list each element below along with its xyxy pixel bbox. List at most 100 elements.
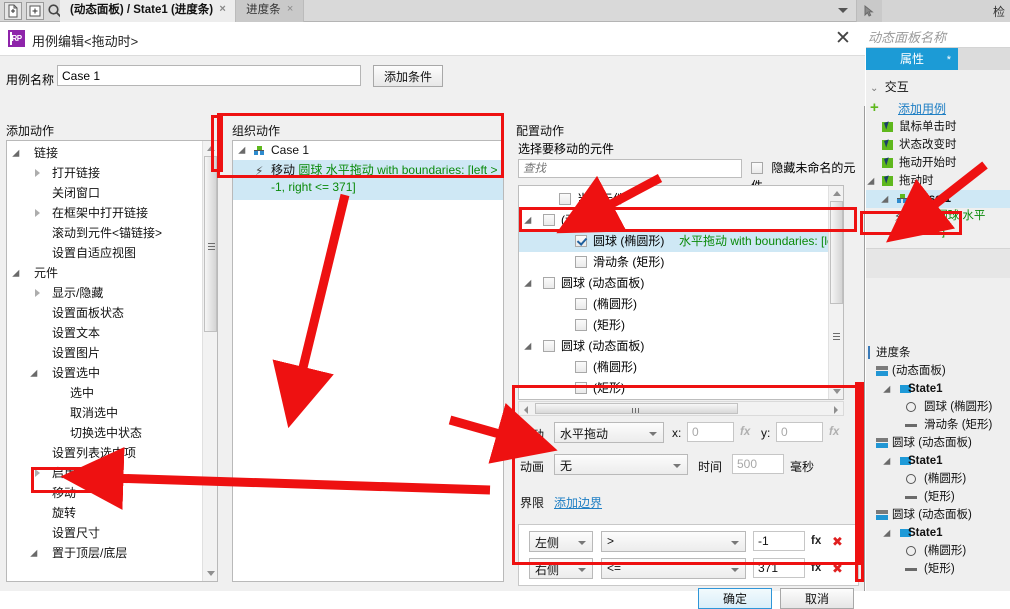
sidebar-tabs[interactable]: 属性 * [866,48,1010,70]
outline-row[interactable]: (矩形) [866,488,1010,506]
outline-row[interactable]: State1 [866,452,1010,470]
chevron-down-icon[interactable]: ⌄ [870,83,878,94]
chevron-down-icon[interactable] [649,432,657,436]
panel-name-field[interactable]: 动态面板名称 [866,22,1010,48]
widget-tree-scrollbar[interactable] [828,186,843,399]
widget-tree-row[interactable]: (矩形) [519,378,829,399]
chevron-down-icon[interactable] [673,464,681,468]
checkbox-icon[interactable] [575,319,587,331]
outline-row[interactable]: 滑动条 (矩形) [866,416,1010,434]
checkbox-icon[interactable] [575,256,587,268]
move-mode-select[interactable]: 水平拖动 [554,422,664,443]
checkbox-icon[interactable] [575,298,587,310]
widget-tree-row[interactable]: 圆球 (动态面板) [519,273,829,294]
chevron-right-icon[interactable] [35,169,40,177]
action-tree-item[interactable]: 显示/隐藏 [7,283,203,303]
widget-tree-row[interactable]: 圆球 (动态面板) [519,336,829,357]
sidebar-case-action[interactable]: ⚡ 移动 圆球 水平 <= 371] [866,208,1010,242]
action-tree-item[interactable]: 关闭窗口 [7,183,203,203]
tab-properties[interactable]: 属性 * [866,48,958,70]
action-tree-item[interactable]: 设置列表选中项 [7,443,203,463]
action-tree-item[interactable]: 设置选中 [7,363,203,383]
chevron-down-icon[interactable] [30,369,41,381]
action-tree-item[interactable]: 选中 [7,383,203,403]
scroll-right-icon[interactable] [829,402,843,415]
scrollbar-thumb[interactable] [830,201,843,304]
chevron-down-icon[interactable] [578,541,586,545]
close-icon[interactable]: × [217,4,228,15]
add-case-row[interactable]: + 添加用例 [870,100,946,117]
action-tree-item[interactable]: 设置文本 [7,323,203,343]
widget-tree-row[interactable]: 滑动条 (矩形) [519,252,829,273]
chevron-down-icon[interactable] [12,149,23,161]
widget-tree-row[interactable]: (矩形) [519,315,829,336]
boundary-value-input[interactable] [753,531,805,551]
scrollbar-thumb[interactable] [204,156,217,332]
action-tree-item[interactable]: 设置自适应视图 [7,243,203,263]
checkbox-icon[interactable] [543,277,555,289]
organize-action-row[interactable]: ⚡ 移动 圆球 水平拖动 with boundaries: [left > -1… [233,160,503,200]
action-tree-item[interactable]: 链接 [7,143,203,163]
add-action-tree[interactable]: 链接 打开链接 关闭窗口 在框架中打开链接 滚动到元件<锚链接> 设置自适应视图 元件 显示/… [6,140,218,582]
case-name-input[interactable] [57,65,361,86]
scroll-up-icon[interactable] [829,186,843,201]
checkbox-icon[interactable] [559,193,571,205]
widget-tree-row[interactable]: (椭圆形) [519,294,829,315]
interaction-section-header[interactable]: ⌄ 交互 [870,78,909,95]
close-icon[interactable]: ✕ [831,27,855,51]
action-tree-item[interactable]: 切换选中状态 [7,423,203,443]
checkbox-icon[interactable] [543,340,555,352]
action-tree-item[interactable]: 置于顶层/底层 [7,543,203,563]
y-input[interactable] [776,422,823,442]
outline-row[interactable]: (矩形) [866,560,1010,578]
action-tree-item[interactable]: 设置图片 [7,343,203,363]
outline-row[interactable]: 圆球 (动态面板) [866,434,1010,452]
hscrollbar-thumb[interactable] [535,403,738,414]
outline-row[interactable]: State1 [866,524,1010,542]
chevron-down-icon[interactable] [524,279,535,291]
boundary-fx-button[interactable]: fx [811,535,821,547]
outline-row[interactable]: (椭圆形) [866,542,1010,560]
checkbox-icon[interactable] [575,235,587,247]
chevron-down-icon[interactable] [30,549,41,561]
chevron-down-icon[interactable] [238,146,249,158]
action-tree-item[interactable]: 设置尺寸 [7,523,203,543]
chevron-down-icon[interactable] [883,457,894,469]
time-input[interactable] [732,454,784,474]
page-tabs[interactable]: (动态面板) / State1 (进度条) × 进度条 × [60,0,304,22]
left-tree-scrollbar[interactable] [202,141,217,581]
boundary-side-select[interactable]: 右侧 [529,558,593,579]
checkbox-icon[interactable] [575,382,587,394]
chevron-right-icon[interactable] [35,289,40,297]
outline-row[interactable]: (椭圆形) [866,470,1010,488]
tab-progress-bar[interactable]: 进度条 × [236,0,304,22]
animation-select[interactable]: 无 [554,454,688,475]
add-page-icon[interactable] [26,2,44,20]
cursor-tool-button[interactable] [856,0,882,22]
boundary-side-select[interactable]: 左侧 [529,531,593,552]
sidebar-event-row[interactable]: 拖动开始时 [866,154,1010,172]
action-tree-item[interactable]: 移动 [7,483,203,503]
chevron-down-icon[interactable] [883,529,894,541]
chevron-down-icon[interactable] [731,541,739,545]
checkbox-icon[interactable] [751,162,763,174]
action-tree-item[interactable]: 元件 [7,263,203,283]
widget-tree-hscrollbar[interactable] [518,401,844,416]
chevron-down-icon[interactable] [838,8,848,13]
close-icon[interactable]: × [285,4,296,15]
action-tree-item[interactable]: 在框架中打开链接 [7,203,203,223]
action-tree-item[interactable]: 旋转 [7,503,203,523]
cancel-button[interactable]: 取消 [780,588,854,609]
plus-icon[interactable]: + [870,100,879,115]
remove-boundary-icon[interactable]: ✖ [832,534,843,550]
sidebar-event-row[interactable]: 鼠标单击时 [866,118,1010,136]
chevron-down-icon[interactable] [578,568,586,572]
widget-tree-row[interactable]: (动态面板) [519,210,829,231]
scroll-down-icon[interactable] [203,566,217,581]
chevron-down-icon[interactable] [731,568,739,572]
x-fx-button[interactable]: fx [740,426,750,438]
outline-row[interactable]: State1 [866,380,1010,398]
chevron-down-icon[interactable] [524,342,535,354]
organize-action-list[interactable]: Case 1 ⚡ 移动 圆球 水平拖动 with boundaries: [le… [232,140,504,582]
checkbox-icon[interactable] [543,214,555,226]
